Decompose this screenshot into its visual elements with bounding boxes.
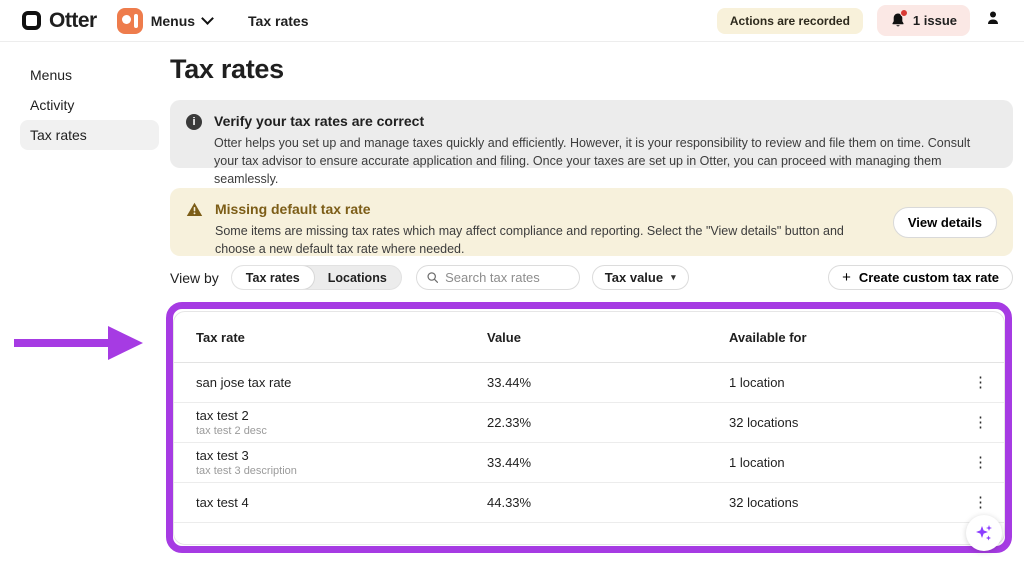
otter-brand[interactable]: Otter — [22, 9, 97, 33]
column-header-value: Value — [487, 330, 729, 345]
sidebar-item-tax-rates[interactable]: Tax rates — [20, 120, 159, 150]
tax-rate-description: tax test 3 description — [196, 465, 487, 477]
search-icon — [427, 271, 438, 284]
bell-icon — [890, 12, 906, 29]
view-by-label: View by — [170, 270, 219, 286]
table-header-row: Tax rate Value Available for — [174, 312, 1004, 363]
warning-triangle-icon — [186, 202, 203, 243]
tax-rate-value: 22.33% — [487, 415, 729, 430]
warning-banner-body: Some items are missing tax rates which m… — [215, 222, 875, 258]
tax-rate-name: tax test 4 — [196, 495, 487, 510]
tax-rate-value: 33.44% — [487, 375, 729, 390]
info-banner-title: Verify your tax rates are correct — [214, 113, 997, 129]
top-header: Otter Menus Tax rates Actions are record… — [0, 0, 1024, 42]
view-by-segmented-control: Tax rates Locations — [231, 265, 402, 290]
brand-name: Otter — [49, 9, 97, 33]
segment-tax-rates[interactable]: Tax rates — [231, 265, 315, 290]
annotation-arrow — [12, 320, 147, 366]
tax-rate-available: 32 locations — [729, 495, 964, 510]
breadcrumb: Tax rates — [248, 13, 308, 29]
ai-assistant-button[interactable] — [966, 515, 1002, 551]
topbar-right: Actions are recorded 1 issue — [717, 5, 1002, 36]
tax-rate-available: 32 locations — [729, 415, 964, 430]
otter-logo-icon — [22, 11, 41, 30]
table-footer-spacer — [174, 523, 1004, 544]
sidebar-item-activity[interactable]: Activity — [20, 90, 159, 120]
notification-dot-icon — [900, 9, 908, 17]
menus-app-icon — [117, 8, 143, 34]
segment-locations[interactable]: Locations — [314, 266, 401, 289]
row-kebab-menu-icon[interactable]: ⋮ — [967, 491, 994, 514]
app-switcher-label: Menus — [151, 13, 195, 29]
row-kebab-menu-icon[interactable]: ⋮ — [967, 411, 994, 434]
info-banner: i Verify your tax rates are correct Otte… — [170, 100, 1013, 168]
issues-count: 1 issue — [913, 13, 957, 28]
tax-rate-available: 1 location — [729, 455, 964, 470]
tax-rate-value: 33.44% — [487, 455, 729, 470]
sort-dropdown-value: Tax value — [605, 270, 663, 285]
sparkles-icon — [973, 522, 995, 544]
create-custom-tax-rate-button[interactable]: + Create custom tax rate — [828, 265, 1013, 290]
sidebar-nav: Menus Activity Tax rates — [20, 60, 159, 150]
search-box — [416, 265, 580, 290]
column-header-available-for: Available for — [729, 330, 964, 345]
table-row[interactable]: san jose tax rate 33.44% 1 location ⋮ — [174, 363, 1004, 403]
create-button-label: Create custom tax rate — [859, 270, 999, 285]
view-details-button[interactable]: View details — [893, 207, 997, 238]
tax-rate-available: 1 location — [729, 375, 964, 390]
person-icon — [984, 9, 1002, 27]
tax-rate-name: san jose tax rate — [196, 375, 487, 390]
tax-rate-value: 44.33% — [487, 495, 729, 510]
tax-rate-description: tax test 2 desc — [196, 425, 487, 437]
sort-dropdown[interactable]: Tax value ▾ — [592, 265, 689, 290]
plus-icon: + — [842, 269, 851, 286]
warning-banner: Missing default tax rate Some items are … — [170, 188, 1013, 256]
actions-recorded-badge: Actions are recorded — [717, 8, 863, 34]
column-header-tax-rate: Tax rate — [196, 330, 487, 345]
user-avatar-button[interactable] — [984, 9, 1002, 32]
tax-rate-name: tax test 3 — [196, 448, 487, 463]
tax-rates-table: Tax rate Value Available for san jose ta… — [173, 311, 1005, 545]
issues-button[interactable]: 1 issue — [877, 5, 970, 36]
main-content: Tax rates i Verify your tax rates are co… — [170, 54, 1013, 85]
table-row[interactable]: tax test 4 44.33% 32 locations ⋮ — [174, 483, 1004, 523]
table-row[interactable]: tax test 2 tax test 2 desc 22.33% 32 loc… — [174, 403, 1004, 443]
tax-rate-name: tax test 2 — [196, 408, 487, 423]
page-title: Tax rates — [170, 54, 1013, 85]
info-icon: i — [186, 114, 202, 130]
search-input[interactable] — [445, 270, 569, 285]
info-banner-body: Otter helps you set up and manage taxes … — [214, 134, 997, 188]
sidebar-item-menus[interactable]: Menus — [20, 60, 159, 90]
row-kebab-menu-icon[interactable]: ⋮ — [967, 451, 994, 474]
filter-row: View by Tax rates Locations Tax value ▾ … — [170, 265, 1013, 290]
table-row[interactable]: tax test 3 tax test 3 description 33.44%… — [174, 443, 1004, 483]
warning-banner-title: Missing default tax rate — [215, 201, 875, 217]
app-window: Otter Menus Tax rates Actions are record… — [0, 0, 1024, 577]
row-kebab-menu-icon[interactable]: ⋮ — [967, 371, 994, 394]
caret-down-icon: ▾ — [671, 272, 676, 283]
app-switcher-menus[interactable]: Menus — [117, 8, 212, 34]
chevron-down-icon — [201, 12, 214, 25]
